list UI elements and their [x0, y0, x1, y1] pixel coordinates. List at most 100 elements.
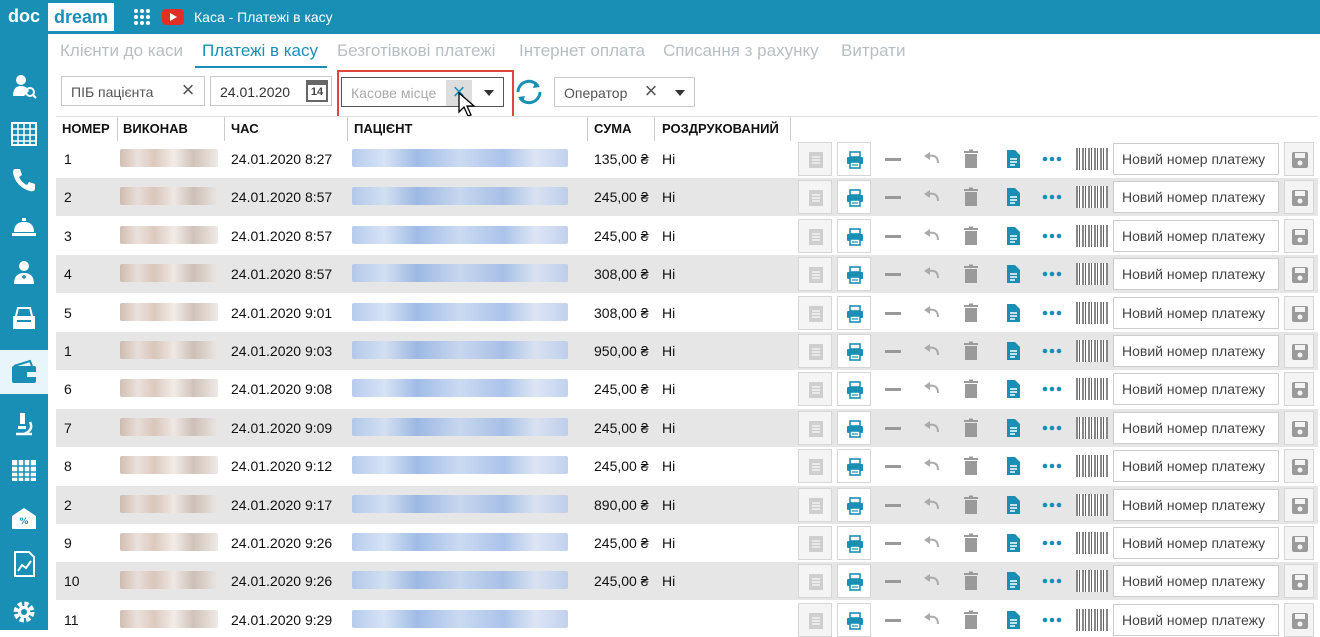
- delete-button[interactable]: [954, 603, 988, 637]
- col-header-patient[interactable]: ПАЦІЄНТ: [354, 121, 412, 136]
- new-payment-number-input[interactable]: Новий номер платежу: [1113, 181, 1279, 214]
- operator-dropdown-icon[interactable]: [675, 90, 685, 96]
- receipt-button[interactable]: [996, 411, 1030, 445]
- print-button[interactable]: [837, 257, 871, 292]
- more-button[interactable]: [1035, 180, 1069, 214]
- cancel-button[interactable]: [876, 219, 910, 253]
- more-button[interactable]: [1035, 372, 1069, 406]
- undo-button[interactable]: [915, 296, 949, 330]
- receipt-button[interactable]: [996, 526, 1030, 560]
- refresh-icon[interactable]: [513, 76, 545, 108]
- table-row[interactable]: 1 24.01.2020 8:27 135,00 ₴ Ні Новий номер пл…: [56, 140, 1318, 178]
- sidebar-item-discounts[interactable]: %: [0, 496, 48, 540]
- undo-button[interactable]: [915, 603, 949, 637]
- undo-button[interactable]: [915, 488, 949, 522]
- receipt-button[interactable]: [996, 180, 1030, 214]
- barcode-icon[interactable]: [1076, 224, 1108, 247]
- print-button[interactable]: [837, 180, 871, 215]
- table-row[interactable]: 2 24.01.2020 8:57 245,00 ₴ Ні Новий номер пл…: [56, 178, 1318, 217]
- undo-button[interactable]: [915, 334, 949, 368]
- print-button[interactable]: [837, 295, 871, 330]
- details-button[interactable]: [798, 334, 832, 368]
- details-button[interactable]: [798, 142, 832, 176]
- new-payment-number-input[interactable]: Новий номер платежу: [1113, 258, 1279, 291]
- more-button[interactable]: [1035, 411, 1069, 445]
- patient-search-field[interactable]: ПІБ пацієнта ×: [61, 76, 205, 106]
- col-header-sum[interactable]: СУМА: [594, 121, 632, 136]
- undo-button[interactable]: [915, 372, 949, 406]
- new-payment-number-input[interactable]: Новий номер платежу: [1113, 603, 1279, 636]
- more-button[interactable]: [1035, 219, 1069, 253]
- receipt-button[interactable]: [996, 564, 1030, 598]
- tab-cashless-payments[interactable]: Безготівкові платежі: [337, 41, 495, 61]
- undo-button[interactable]: [915, 180, 949, 214]
- save-button[interactable]: [1284, 564, 1314, 599]
- date-field[interactable]: 24.01.2020 14: [210, 76, 332, 106]
- new-payment-number-input[interactable]: Новий номер платежу: [1113, 296, 1279, 329]
- table-row[interactable]: 2 24.01.2020 9:17 890,00 ₴ Ні Новий номер пл…: [56, 485, 1318, 524]
- receipt-button[interactable]: [996, 142, 1030, 176]
- table-row[interactable]: 1 24.01.2020 9:03 950,00 ₴ Ні Новий номер пл…: [56, 332, 1318, 370]
- save-button[interactable]: [1284, 602, 1314, 637]
- more-button[interactable]: [1035, 564, 1069, 598]
- barcode-icon[interactable]: [1076, 340, 1108, 362]
- table-row[interactable]: 6 24.01.2020 9:08 245,00 ₴ Ні Новий номер пл…: [56, 370, 1318, 408]
- col-header-time[interactable]: ЧАС: [231, 121, 259, 136]
- barcode-icon[interactable]: [1076, 455, 1108, 478]
- save-button[interactable]: [1284, 449, 1314, 484]
- delete-button[interactable]: [954, 564, 988, 598]
- tab-expenses[interactable]: Витрати: [841, 41, 905, 61]
- sidebar-item-wallet[interactable]: [0, 350, 48, 394]
- new-payment-number-input[interactable]: Новий номер платежу: [1113, 335, 1279, 367]
- delete-button[interactable]: [954, 257, 988, 291]
- receipt-button[interactable]: [996, 219, 1030, 253]
- sidebar-item-user-search[interactable]: [0, 64, 48, 108]
- undo-button[interactable]: [915, 219, 949, 253]
- details-button[interactable]: [798, 180, 832, 215]
- more-button[interactable]: [1035, 334, 1069, 368]
- delete-button[interactable]: [954, 142, 988, 176]
- table-row[interactable]: 9 24.01.2020 9:26 245,00 ₴ Ні Новий номер пл…: [56, 524, 1318, 562]
- print-button[interactable]: [837, 564, 871, 599]
- barcode-icon[interactable]: [1076, 378, 1108, 401]
- save-button[interactable]: [1284, 142, 1314, 176]
- tab-clients-to-cashier[interactable]: Клієнти до каси: [60, 41, 183, 61]
- sidebar-item-schedule[interactable]: [0, 448, 48, 492]
- delete-button[interactable]: [954, 488, 988, 522]
- receipt-button[interactable]: [996, 488, 1030, 522]
- print-button[interactable]: [837, 410, 871, 445]
- more-button[interactable]: [1035, 488, 1069, 522]
- cancel-button[interactable]: [876, 142, 910, 176]
- delete-button[interactable]: [954, 372, 988, 406]
- details-button[interactable]: [798, 564, 832, 599]
- barcode-icon[interactable]: [1076, 532, 1108, 554]
- save-button[interactable]: [1284, 180, 1314, 215]
- print-button[interactable]: [837, 449, 871, 484]
- receipt-button[interactable]: [996, 296, 1030, 330]
- receipt-button[interactable]: [996, 603, 1030, 637]
- col-header-printed[interactable]: РОЗДРУКОВАНИЙ: [662, 121, 779, 136]
- print-button[interactable]: [837, 142, 871, 176]
- save-button[interactable]: [1284, 410, 1314, 445]
- cancel-button[interactable]: [876, 296, 910, 330]
- more-button[interactable]: [1035, 296, 1069, 330]
- details-button[interactable]: [798, 449, 832, 484]
- tab-payments-to-cashier[interactable]: Платежі в касу: [202, 41, 318, 61]
- clear-operator-icon[interactable]: ×: [641, 80, 661, 102]
- more-button[interactable]: [1035, 257, 1069, 291]
- undo-button[interactable]: [915, 564, 949, 598]
- table-row[interactable]: 7 24.01.2020 9:09 245,00 ₴ Ні Новий номер пл…: [56, 408, 1318, 447]
- new-payment-number-input[interactable]: Новий номер платежу: [1113, 527, 1279, 559]
- cancel-button[interactable]: [876, 564, 910, 598]
- receipt-button[interactable]: [996, 372, 1030, 406]
- cancel-button[interactable]: [876, 180, 910, 214]
- new-payment-number-input[interactable]: Новий номер платежу: [1113, 219, 1279, 252]
- col-header-executor[interactable]: ВИКОНАВ: [123, 121, 188, 136]
- barcode-icon[interactable]: [1076, 608, 1108, 631]
- sidebar-item-reports[interactable]: [0, 542, 48, 586]
- table-row[interactable]: 4 24.01.2020 8:57 308,00 ₴ Ні Новий номер пл…: [56, 255, 1318, 294]
- table-row[interactable]: 10 24.01.2020 9:26 245,00 ₴ Ні Новий номер п…: [56, 562, 1318, 601]
- print-button[interactable]: [837, 526, 871, 560]
- details-button[interactable]: [798, 602, 832, 637]
- table-row[interactable]: 3 24.01.2020 8:57 245,00 ₴ Ні Новий номер пл…: [56, 217, 1318, 255]
